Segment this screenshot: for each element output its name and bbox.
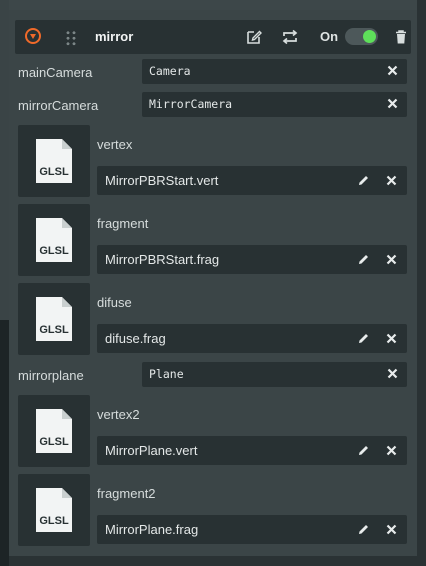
close-icon[interactable] [385, 523, 398, 536]
shader-file-field[interactable]: MirrorPlane.vert [97, 436, 407, 465]
pencil-icon[interactable] [357, 444, 370, 457]
shader-file-name: MirrorPlane.vert [105, 443, 198, 458]
shader-file-field[interactable]: MirrorPBRStart.vert [97, 166, 407, 195]
pencil-icon[interactable] [357, 174, 370, 187]
mirrorplane-field[interactable]: Plane [142, 362, 407, 387]
glsl-file-icon: GLSL [36, 297, 72, 341]
shader-row-vertex: GLSL vertex MirrorPBRStart.vert [18, 125, 408, 197]
close-icon[interactable] [385, 253, 398, 266]
shader-label: fragment2 [97, 486, 156, 501]
close-icon[interactable] [385, 174, 398, 187]
shader-thumbnail[interactable]: GLSL [18, 474, 90, 546]
maincamera-value: Camera [149, 64, 191, 78]
glsl-file-icon: GLSL [36, 139, 72, 183]
shader-file-field[interactable]: difuse.frag [97, 324, 407, 353]
mirrorplane-value: Plane [149, 367, 184, 381]
trash-icon[interactable] [392, 28, 410, 46]
edit-icon[interactable] [245, 28, 263, 46]
pencil-icon[interactable] [357, 332, 370, 345]
swap-icon[interactable] [281, 28, 299, 46]
shader-row-fragment: GLSL fragment MirrorPBRStart.frag [18, 204, 408, 276]
shader-row-difuse: GLSL difuse difuse.frag [18, 283, 408, 355]
glsl-file-icon: GLSL [36, 409, 72, 453]
component-name: mirror [95, 29, 134, 44]
shader-file-field[interactable]: MirrorPBRStart.frag [97, 245, 407, 274]
mirrorcamera-field[interactable]: MirrorCamera [142, 92, 407, 117]
pencil-icon[interactable] [357, 253, 370, 266]
component-panel: mirror On mainCamera Camera mirrorCamera… [9, 10, 417, 556]
shader-thumbnail[interactable]: GLSL [18, 395, 90, 467]
pencil-icon[interactable] [357, 523, 370, 536]
shader-file-name: MirrorPlane.frag [105, 522, 199, 537]
shader-label: difuse [97, 295, 132, 310]
shader-file-name: difuse.frag [105, 331, 166, 346]
shader-thumbnail[interactable]: GLSL [18, 125, 90, 197]
shader-label: vertex [97, 137, 133, 152]
component-header: mirror On [15, 20, 411, 54]
shader-thumbnail[interactable]: GLSL [18, 204, 90, 276]
glsl-file-icon: GLSL [36, 218, 72, 262]
drag-handle-icon[interactable] [65, 30, 77, 46]
shader-file-name: MirrorPBRStart.vert [105, 173, 219, 188]
close-icon[interactable] [385, 444, 398, 457]
glsl-file-icon: GLSL [36, 488, 72, 532]
shader-label: vertex2 [97, 407, 140, 422]
page-bottom-strip [9, 556, 417, 566]
collapse-circle-icon[interactable] [25, 28, 41, 44]
enable-toggle[interactable] [345, 28, 378, 45]
shader-file-field[interactable]: MirrorPlane.frag [97, 515, 407, 544]
mirrorcamera-value: MirrorCamera [149, 97, 233, 111]
field-label-maincamera: mainCamera [18, 65, 93, 80]
page-right-strip [417, 0, 426, 566]
maincamera-field[interactable]: Camera [142, 59, 407, 84]
toggle-knob [363, 30, 376, 43]
field-label-mirrorplane: mirrorplane [18, 368, 84, 383]
close-icon[interactable] [386, 367, 399, 380]
shader-label: fragment [97, 216, 149, 231]
toggle-label: On [320, 29, 339, 44]
shader-file-name: MirrorPBRStart.frag [105, 252, 220, 267]
svg-text:GLSL: GLSL [39, 515, 69, 527]
field-label-mirrorcamera: mirrorCamera [18, 98, 99, 113]
shader-thumbnail[interactable]: GLSL [18, 283, 90, 355]
page-left-strip [0, 0, 9, 566]
page-top-strip [9, 0, 417, 10]
svg-text:GLSL: GLSL [39, 324, 69, 336]
shader-row-fragment2: GLSL fragment2 MirrorPlane.frag [18, 474, 408, 546]
close-icon[interactable] [386, 97, 399, 110]
svg-text:GLSL: GLSL [39, 166, 69, 178]
close-icon[interactable] [386, 64, 399, 77]
svg-text:GLSL: GLSL [39, 245, 69, 257]
close-icon[interactable] [385, 332, 398, 345]
svg-text:GLSL: GLSL [39, 436, 69, 448]
shader-row-vertex2: GLSL vertex2 MirrorPlane.vert [18, 395, 408, 467]
